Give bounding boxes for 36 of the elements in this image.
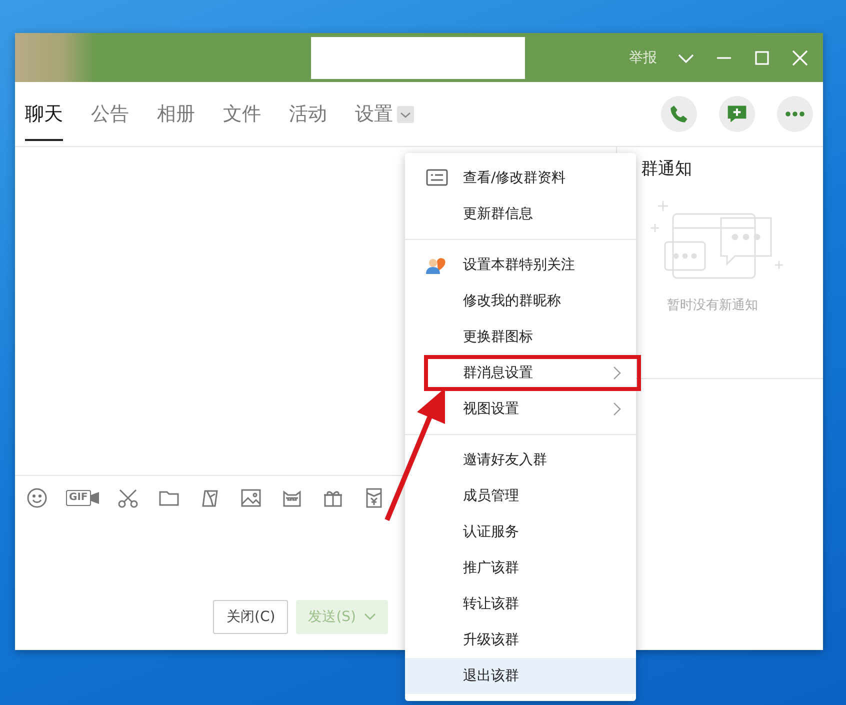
add-message-button[interactable] — [719, 96, 755, 132]
close-icon[interactable] — [791, 48, 809, 66]
close-button[interactable]: 关闭(C) — [213, 600, 288, 634]
smiley-icon[interactable] — [25, 486, 49, 510]
menu-item[interactable]: 成员管理 — [405, 478, 636, 514]
menu-item[interactable]: 查看/修改群资料 — [405, 160, 636, 196]
phone-icon — [669, 104, 689, 124]
tab[interactable]: 活动 — [289, 87, 327, 141]
menu-item[interactable]: 升级该群 — [405, 622, 636, 658]
tab[interactable]: 公告 — [91, 87, 129, 141]
maximize-icon[interactable] — [753, 48, 771, 66]
menu-item[interactable]: 邀请好友入群 — [405, 442, 636, 478]
message-plus-icon — [726, 103, 748, 125]
menu-item[interactable]: 退出该群 — [405, 658, 636, 694]
menu-item[interactable]: 视图设置 — [405, 391, 636, 427]
menu-item[interactable]: 更换群图标 — [405, 319, 636, 355]
menu-item[interactable]: 设置本群特别关注 — [405, 247, 636, 283]
id-card-icon — [425, 168, 449, 188]
chevron-right-icon — [612, 366, 622, 380]
menu-item[interactable]: 群消息设置 — [424, 355, 641, 391]
menu-item[interactable]: 推广该群 — [405, 550, 636, 586]
menu-item[interactable]: 修改我的群昵称 — [405, 283, 636, 319]
more-icon — [785, 111, 805, 117]
dropdown-icon[interactable] — [397, 106, 414, 122]
phone-button[interactable] — [661, 96, 697, 132]
menu-item[interactable]: 更新群信息 — [405, 196, 636, 232]
tab[interactable]: 设置 — [355, 87, 414, 141]
tab[interactable]: 聊天 — [25, 87, 63, 141]
empty-notice-text: 暂时没有新通知 — [666, 297, 759, 314]
chevron-right-icon — [612, 402, 622, 416]
menu-item[interactable]: 认证服务 — [405, 514, 636, 550]
more-button[interactable] — [777, 96, 813, 132]
menu-item[interactable]: 转让该群 — [405, 586, 636, 622]
tab[interactable]: 文件 — [223, 87, 261, 141]
panel-title: 群通知 — [640, 158, 693, 180]
tab[interactable]: 相册 — [157, 87, 195, 141]
